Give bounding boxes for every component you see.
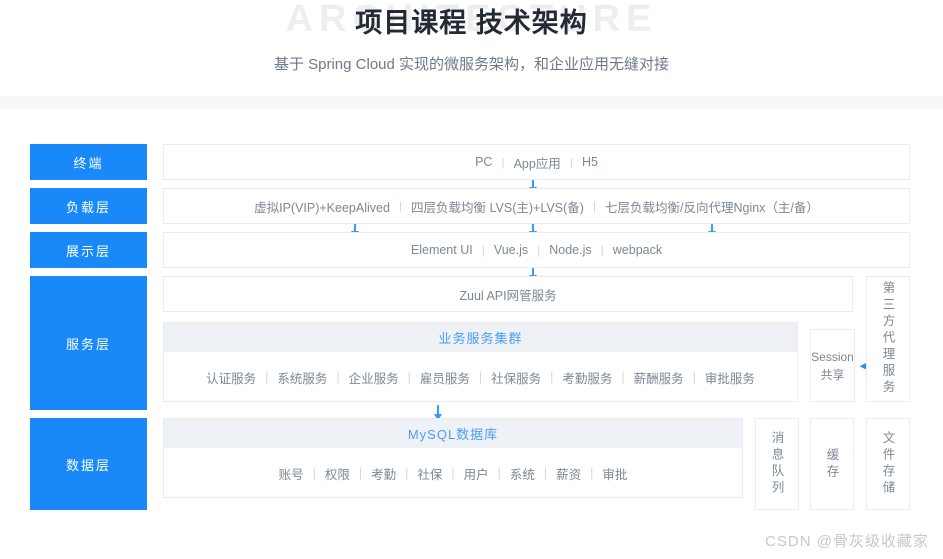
arrow-terminal-to-load	[529, 180, 537, 194]
side-box-message-queue[interactable]: 消息队列	[755, 418, 799, 510]
page-subtitle: 基于 Spring Cloud 实现的微服务架构，和企业应用无缝对接	[273, 56, 670, 73]
display-item-node[interactable]: Node.js	[540, 243, 600, 257]
database-title: MySQL数据库	[164, 419, 742, 448]
architecture-diagram-page: ARCHITECTURE 项目课程 技术架构 基于 Spring Cloud 实…	[0, 0, 943, 559]
arrow-service-to-database	[434, 405, 442, 421]
service-item-enterprise[interactable]: 企业服务	[340, 368, 408, 387]
db-item-system[interactable]: 系统	[501, 464, 544, 483]
db-item-account[interactable]: 账号	[270, 464, 313, 483]
db-item-user[interactable]: 用户	[455, 464, 498, 483]
header-divider	[0, 96, 943, 109]
csdn-watermark: CSDN @骨灰级收藏家	[765, 533, 929, 550]
layer-label-terminal[interactable]: 终端	[30, 144, 147, 180]
service-cluster-title: 业务服务集群	[164, 323, 797, 352]
side-box-cache[interactable]: 缓存	[810, 418, 854, 510]
session-share-line1: Session	[811, 349, 854, 364]
service-item-auth[interactable]: 认证服务	[197, 368, 265, 387]
arrow-load-to-display-right	[708, 224, 716, 238]
db-item-permission[interactable]: 权限	[316, 464, 359, 483]
arrow-display-to-gateway	[529, 268, 537, 282]
load-item-lvs[interactable]: 四层负载均衡 LVS(主)+LVS(备)	[402, 197, 593, 216]
display-item-webpack[interactable]: webpack	[604, 243, 671, 257]
side-box-session-share[interactable]: Session 共享	[810, 329, 855, 402]
terminal-item-pc[interactable]: PC	[466, 155, 501, 169]
service-item-employee[interactable]: 雇员服务	[411, 368, 479, 387]
arrow-load-to-display-center	[529, 224, 537, 238]
page-title: 项目课程 技术架构	[355, 8, 588, 38]
service-item-social-security[interactable]: 社保服务	[482, 368, 550, 387]
db-item-attendance[interactable]: 考勤	[362, 464, 405, 483]
load-item-vip[interactable]: 虚拟IP(VIP)+KeepAlived	[245, 197, 399, 216]
arrow-load-to-display-left	[351, 224, 359, 238]
gateway-label[interactable]: Zuul API网管服务	[450, 285, 565, 304]
db-item-social-security[interactable]: 社保	[408, 464, 451, 483]
side-box-file-storage[interactable]: 文件存储	[866, 418, 910, 510]
service-item-approval[interactable]: 审批服务	[696, 368, 764, 387]
side-box-third-party-proxy[interactable]: 第三方代理服务	[866, 276, 910, 402]
display-item-vue[interactable]: Vue.js	[485, 243, 537, 257]
terminal-item-app[interactable]: App应用	[505, 153, 570, 172]
layer-label-load[interactable]: 负载层	[30, 188, 147, 224]
display-items: Element UI | Vue.js | Node.js | webpack	[163, 232, 910, 268]
service-cluster-box: 业务服务集群 认证服务 | 系统服务 | 企业服务 | 雇员服务 | 社保服务 …	[163, 322, 798, 402]
layer-label-display[interactable]: 展示层	[30, 232, 147, 268]
page-header: ARCHITECTURE 项目课程 技术架构 基于 Spring Cloud 实…	[0, 0, 943, 96]
gateway-label-wrap: Zuul API网管服务	[163, 276, 853, 312]
database-box: MySQL数据库 账号 | 权限 | 考勤 | 社保 | 用户 | 系统 | 薪…	[163, 418, 743, 498]
terminal-items: PC | App应用 | H5	[163, 144, 910, 180]
service-item-salary[interactable]: 薪酬服务	[625, 368, 693, 387]
db-item-salary[interactable]: 薪资	[547, 464, 590, 483]
display-item-element-ui[interactable]: Element UI	[402, 243, 482, 257]
load-item-nginx[interactable]: 七层负载均衡/反向代理Nginx（主/备）	[596, 197, 828, 216]
layer-label-data[interactable]: 数据层	[30, 418, 147, 510]
db-item-approval[interactable]: 审批	[593, 464, 636, 483]
service-item-attendance[interactable]: 考勤服务	[553, 368, 621, 387]
session-share-line2: 共享	[820, 367, 845, 382]
service-cluster-items: 认证服务 | 系统服务 | 企业服务 | 雇员服务 | 社保服务 | 考勤服务 …	[164, 352, 797, 402]
database-items: 账号 | 权限 | 考勤 | 社保 | 用户 | 系统 | 薪资 | 审批	[164, 448, 742, 498]
terminal-item-h5[interactable]: H5	[573, 155, 607, 169]
service-item-system[interactable]: 系统服务	[268, 368, 336, 387]
load-items: 虚拟IP(VIP)+KeepAlived | 四层负载均衡 LVS(主)+LVS…	[163, 188, 910, 224]
architecture-diagram: 终端 负载层 展示层 服务层 数据层 PC | App应用 | H5 虚拟IP(…	[0, 122, 943, 532]
layer-label-service[interactable]: 服务层	[30, 276, 147, 410]
